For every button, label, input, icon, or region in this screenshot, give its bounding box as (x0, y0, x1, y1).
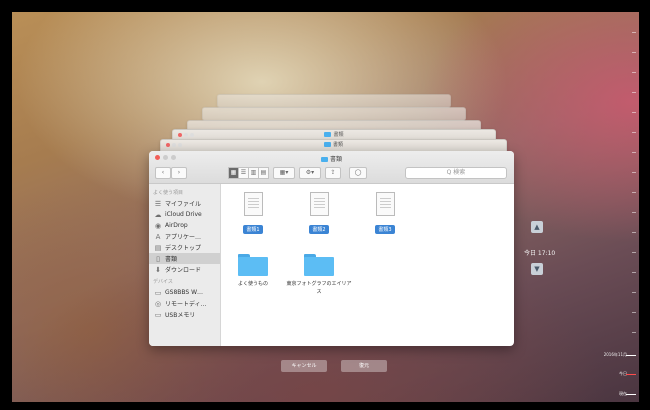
devices-header: デバイス (153, 279, 173, 285)
timeline-marker[interactable] (626, 355, 636, 356)
download-icon: ⬇ (155, 265, 161, 274)
share-icon[interactable]: ⇪ (325, 167, 341, 179)
search-input[interactable]: Q 検索 (405, 167, 507, 179)
desktop-icon: ▤ (154, 243, 162, 252)
favorites-header: よく使う項目 (153, 190, 184, 196)
sidebar-item-desktop[interactable]: ▤ デスクトップ (149, 242, 220, 253)
timeline-marker[interactable] (626, 394, 636, 395)
sidebar-item-usb[interactable]: ▭ USBメモリ (149, 309, 220, 320)
nav-buttons: ‹ › (155, 167, 187, 179)
disc-icon: ◎ (154, 299, 162, 308)
folder-item[interactable]: よく使うもの (223, 254, 283, 288)
snapshot-title: 書類 (333, 132, 344, 138)
timeline-marker[interactable] (626, 374, 636, 375)
sidebar-item-remote-disc[interactable]: ◎ リモートディ… (149, 298, 220, 309)
file-item[interactable]: 書類2 (289, 192, 349, 235)
back-button[interactable]: ‹ (155, 167, 171, 179)
finder-sidebar: よく使う項目 ☰ マイファイル ☁ iCloud Drive ◉ AirDrop Aア… (149, 184, 221, 346)
folder-icon (320, 157, 328, 162)
file-label: 書類1 (243, 225, 263, 234)
view-mode-buttons: ▦ ☰ ▥ ▤ (228, 167, 269, 179)
file-item[interactable]: 書類3 (355, 192, 415, 235)
folder-label: 東京フォトグラフのエイリアス (286, 281, 352, 295)
sidebar-item-my-files[interactable]: ☰ マイファイル (149, 198, 220, 209)
folder-icon (304, 254, 334, 276)
timeline-label: 2016年11月 (603, 352, 627, 357)
snapshot-time: 今日 17:10 (524, 250, 556, 257)
sidebar-item-airdrop[interactable]: ◉ AirDrop (149, 220, 220, 231)
airdrop-icon: ◉ (154, 221, 162, 230)
finder-window: 書類 ‹ › ▦ ☰ ▥ ▤ ▦▾ ⚙▾ ⇪ ◯ Q 検索 よく使う項目 ☰ マイ… (149, 151, 514, 346)
file-item[interactable]: 書類1 (223, 192, 283, 235)
sidebar-item-downloads[interactable]: ⬇ ダウンロード (149, 264, 220, 275)
snapshot-title: 書類 (332, 142, 343, 148)
document-icon (375, 192, 395, 216)
file-label: 書類3 (375, 225, 395, 234)
cover-flow-button[interactable]: ▤ (258, 167, 269, 179)
folder-icon (238, 254, 268, 276)
time-machine-background: 書類 書類 書類 ‹ › ▦ ☰ ▥ ▤ ▦▾ ⚙▾ ⇪ ◯ Q 検索 よく使う… (12, 12, 639, 402)
folder-item[interactable]: 東京フォトグラフのエイリアス (285, 254, 353, 296)
disk-icon: ▭ (154, 288, 162, 297)
restore-button[interactable]: 復元 (341, 360, 387, 372)
file-label: 書類2 (309, 225, 329, 234)
snapshot-window[interactable] (202, 107, 466, 121)
forward-button[interactable]: › (171, 167, 187, 179)
action-gear-icon[interactable]: ⚙▾ (299, 167, 321, 179)
file-area: 書類1 書類2 書類3 よく使うもの 東京フォトグラフのエイリアス (221, 184, 514, 346)
window-title: 書類 (329, 156, 342, 163)
chevron-down-icon[interactable]: ▼ (531, 263, 543, 275)
tags-icon[interactable]: ◯ (349, 167, 367, 179)
folder-icon (323, 142, 331, 147)
sidebar-item-icloud[interactable]: ☁ iCloud Drive (149, 209, 220, 220)
document-icon (243, 192, 263, 216)
folder-icon (324, 132, 332, 137)
finder-toolbar: 書類 ‹ › ▦ ☰ ▥ ▤ ▦▾ ⚙▾ ⇪ ◯ Q 検索 (149, 151, 514, 184)
snapshot-window[interactable] (217, 94, 451, 108)
sidebar-item-documents[interactable]: ▯ 書類 (149, 253, 220, 264)
documents-icon: ▯ (156, 254, 160, 263)
cancel-button[interactable]: キャンセル (281, 360, 327, 372)
all-files-icon: ☰ (154, 199, 162, 208)
usb-drive-icon: ▭ (154, 310, 162, 319)
document-icon (309, 192, 329, 216)
sidebar-item-applications[interactable]: A アプリケー… (149, 231, 220, 242)
arrange-button[interactable]: ▦▾ (273, 167, 295, 179)
chevron-up-icon[interactable]: ▲ (531, 221, 543, 233)
applications-icon: A (155, 232, 161, 241)
folder-label: よく使うもの (237, 281, 268, 287)
time-machine-timeline[interactable]: 2016年11月 今日 現在 (600, 12, 639, 402)
cloud-icon: ☁ (154, 210, 162, 219)
sidebar-item-disk[interactable]: ▭ GS8BBS W… (149, 287, 220, 298)
